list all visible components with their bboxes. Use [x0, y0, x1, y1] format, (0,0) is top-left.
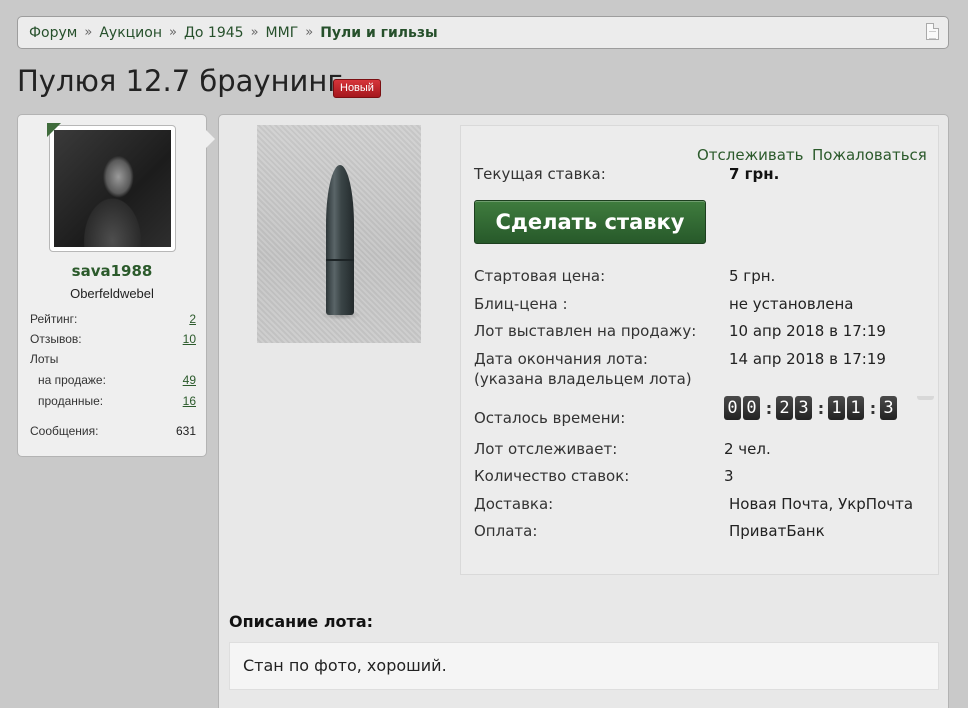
timer-digit: 0: [724, 396, 741, 420]
watch-link[interactable]: Отслеживать: [697, 146, 803, 164]
breadcrumb-item-forum[interactable]: Форум: [29, 25, 77, 41]
lot-info-box: Отслеживать Пожаловаться Текущая ставка:…: [460, 125, 939, 575]
timer-digit: 3: [795, 396, 812, 420]
watchers-value: 2 чел.: [724, 440, 771, 458]
payment-label: Оплата:: [474, 522, 538, 540]
document-icon[interactable]: [926, 23, 939, 40]
stat-sold-value[interactable]: 16: [183, 394, 196, 408]
stat-reviews-label: Отзывов:: [30, 332, 82, 346]
description-title: Описание лота:: [229, 612, 374, 631]
breadcrumb-separator: »: [250, 25, 259, 40]
timer-digit: 3: [880, 396, 897, 420]
breadcrumb-separator: »: [169, 25, 177, 40]
stat-sold: проданные: 16: [30, 394, 196, 408]
stat-lots: Лоты: [30, 352, 196, 366]
stat-rating: Рейтинг: 2: [30, 312, 196, 326]
payment-value: ПриватБанк: [729, 522, 825, 540]
stat-on-sale-label: на продаже:: [38, 373, 106, 387]
timer-digit: 1: [828, 396, 845, 420]
breadcrumb-item-before-1945[interactable]: До 1945: [184, 25, 244, 41]
delivery-label: Доставка:: [474, 495, 554, 513]
end-date-label: Дата окончания лота:: [474, 350, 648, 368]
timer-digit: 2: [776, 396, 793, 420]
avatar[interactable]: [54, 130, 171, 247]
timer-tab: [917, 396, 934, 400]
breadcrumb: Форум » Аукцион » До 1945 » ММГ » Пули и…: [17, 16, 949, 49]
breadcrumb-separator: »: [305, 25, 314, 40]
timer-colon: :: [869, 398, 877, 418]
stat-lots-label: Лоты: [30, 352, 59, 366]
bullet-groove: [326, 259, 354, 261]
timer-digit: 1: [847, 396, 864, 420]
new-badge: Новый: [333, 79, 381, 98]
current-bid-value: 7 грн.: [729, 165, 780, 183]
report-link[interactable]: Пожаловаться: [812, 146, 927, 164]
current-bid-label: Текущая ставка:: [474, 165, 606, 183]
bids-count-label: Количество ставок:: [474, 467, 630, 485]
watchers-label: Лот отслеживает:: [474, 440, 618, 458]
blitz-price-value: не установлена: [729, 295, 854, 313]
avatar-corner-marker: [47, 123, 61, 137]
stat-reviews-value[interactable]: 10: [183, 332, 196, 346]
bullet-image: [326, 165, 354, 315]
start-price-value: 5 грн.: [729, 267, 776, 285]
stat-messages-value: 631: [175, 424, 196, 438]
end-date-value: 14 апр 2018 в 17:19: [729, 350, 886, 368]
breadcrumb-item-auction[interactable]: Аукцион: [99, 25, 162, 41]
timer-digit: 0: [743, 396, 760, 420]
bids-count-value: 3: [724, 467, 734, 485]
stat-on-sale: на продаже: 49: [30, 373, 196, 387]
timer-colon: :: [765, 398, 773, 418]
avatar-frame[interactable]: [49, 125, 176, 252]
stat-reviews: Отзывов: 10: [30, 332, 196, 346]
lot-photo[interactable]: [257, 125, 421, 343]
description-box: Стан по фото, хороший.: [229, 642, 939, 690]
blitz-price-label: Блиц-цена :: [474, 295, 568, 313]
stat-sold-label: проданные:: [38, 394, 104, 408]
user-rank: Oberfeldwebel: [70, 286, 154, 301]
stat-rating-label: Рейтинг:: [30, 312, 78, 326]
stat-rating-value[interactable]: 2: [189, 312, 196, 326]
timer-colon: :: [817, 398, 825, 418]
breadcrumb-separator: »: [84, 25, 93, 40]
listed-label: Лот выставлен на продажу:: [474, 322, 697, 340]
user-card-pointer: [206, 130, 215, 148]
breadcrumb-item-mmg[interactable]: ММГ: [266, 25, 299, 41]
place-bid-button[interactable]: Сделать ставку: [474, 200, 706, 244]
stat-messages: Сообщения: 631: [30, 424, 196, 438]
listed-value: 10 апр 2018 в 17:19: [729, 322, 886, 340]
countdown-timer: 0 0 : 2 3 : 1 1 : 3: [724, 396, 899, 420]
end-date-note: (указана владельцем лота): [474, 370, 692, 388]
start-price-label: Стартовая цена:: [474, 267, 606, 285]
delivery-value: Новая Почта, УкрПочта: [729, 495, 914, 513]
remaining-time-label: Осталось времени:: [474, 409, 626, 427]
user-card: sava1988 Oberfeldwebel Рейтинг: 2 Отзыво…: [17, 114, 207, 457]
username[interactable]: sava1988: [18, 262, 206, 280]
breadcrumb-item-current[interactable]: Пули и гильзы: [320, 25, 438, 41]
page-title: Пулюя 12.7 браунинг: [17, 64, 343, 98]
stat-on-sale-value[interactable]: 49: [183, 373, 196, 387]
stat-messages-label: Сообщения:: [30, 424, 99, 438]
